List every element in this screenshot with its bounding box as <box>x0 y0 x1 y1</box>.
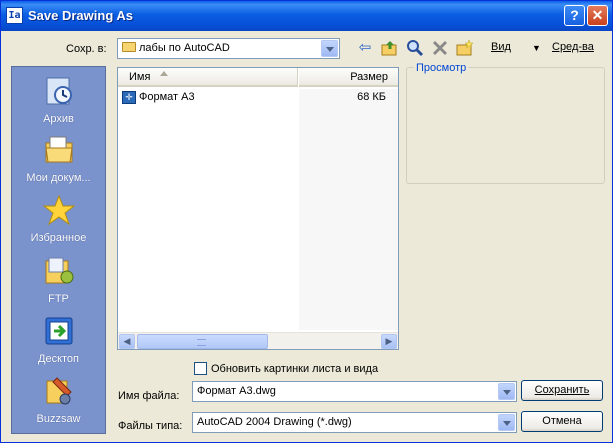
autocad-icon: Ia <box>6 7 23 24</box>
my-documents-icon <box>44 136 73 163</box>
view-menu[interactable]: Вид <box>491 41 511 53</box>
filetype-select[interactable]: AutoCAD 2004 Drawing (*.dwg) <box>192 412 517 433</box>
place-ftp[interactable]: FTP <box>12 255 105 305</box>
place-buzzsaw[interactable]: Buzzsaw <box>12 375 105 425</box>
filetype-label: Файлы типа: <box>118 420 183 432</box>
update-thumbnails-checkbox[interactable] <box>194 362 207 375</box>
place-my-documents[interactable]: Мои докум... <box>12 134 105 184</box>
new-folder-svg <box>456 39 474 56</box>
filename-input[interactable]: Формат А3.dwg <box>192 381 517 402</box>
places-bar: Архив Мои докум... Избранное FTP Десктоп… <box>11 66 106 434</box>
place-desktop[interactable]: Десктоп <box>12 315 105 365</box>
save-in-combo[interactable]: лабы по AutoCAD <box>117 38 340 59</box>
tools-menu[interactable]: Сред-ва <box>552 41 594 53</box>
chevron-down-icon[interactable] <box>498 383 515 400</box>
save-in-label: Сохр. в: <box>66 43 107 55</box>
view-menu-label: Вид <box>491 41 511 53</box>
scroll-right-icon[interactable]: ▶ <box>381 334 397 349</box>
size-column-bg <box>299 89 398 330</box>
help-button[interactable]: ? <box>564 5 585 26</box>
search-svg <box>407 40 424 57</box>
place-my-documents-label: Мои докум... <box>26 172 91 184</box>
close-button[interactable]: ✕ <box>587 5 608 26</box>
desktop-icon <box>45 317 72 345</box>
place-buzzsaw-label: Buzzsaw <box>36 413 81 425</box>
favorites-icon <box>42 194 75 226</box>
delete-svg <box>432 40 448 56</box>
table-row[interactable]: ✛ Формат А3 68 КБ <box>122 90 396 106</box>
folder-icon <box>122 42 136 52</box>
window-title: Save Drawing As <box>28 8 134 23</box>
search-icon[interactable] <box>406 39 424 57</box>
place-history[interactable]: Архив <box>12 75 105 125</box>
cancel-button[interactable]: Отмена <box>521 411 603 432</box>
sort-ascending-icon <box>160 71 168 76</box>
history-icon <box>46 77 72 105</box>
chevron-down-icon[interactable] <box>321 40 338 57</box>
place-favorites-label: Избранное <box>30 232 87 244</box>
place-favorites[interactable]: Избранное <box>12 194 105 244</box>
file-list[interactable]: Имя Размер ✛ Формат А3 68 КБ ◀ ▶ <box>117 67 399 350</box>
scroll-left-icon[interactable]: ◀ <box>119 334 135 349</box>
file-name: Формат А3 <box>139 91 195 103</box>
buzzsaw-icon <box>46 377 72 405</box>
chevron-down-icon[interactable] <box>498 414 515 431</box>
filename-label: Имя файла: <box>118 390 180 402</box>
update-thumbnails-label: Обновить картинки листа и вида <box>211 363 379 375</box>
delete-icon[interactable] <box>431 39 449 57</box>
view-dropdown-icon[interactable]: ▼ <box>532 43 541 53</box>
dwg-file-icon: ✛ <box>122 91 136 104</box>
new-folder-icon[interactable] <box>456 39 474 57</box>
place-desktop-label: Десктоп <box>38 353 79 365</box>
save-in-value-wrap: лабы по AutoCAD <box>122 42 230 54</box>
place-history-label: Архив <box>43 113 74 125</box>
scroll-thumb[interactable] <box>137 334 268 349</box>
place-ftp-label: FTP <box>48 293 69 305</box>
file-size: 68 КБ <box>357 91 386 103</box>
filename-value: Формат А3.dwg <box>197 385 276 397</box>
up-folder-icon[interactable] <box>381 39 399 57</box>
title-bar[interactable]: Ia Save Drawing As ? ✕ <box>1 1 612 31</box>
column-header-size[interactable]: Размер <box>299 68 398 87</box>
column-header-size-label: Размер <box>350 71 388 83</box>
column-header-name[interactable]: Имя <box>118 68 298 87</box>
preview-box <box>406 67 605 184</box>
up-folder-svg <box>381 41 397 56</box>
ftp-icon <box>45 257 73 284</box>
back-icon[interactable]: ⇦ <box>356 39 374 57</box>
save-button[interactable]: Сохранить <box>521 380 603 401</box>
save-in-value: лабы по AutoCAD <box>139 42 230 54</box>
save-drawing-dialog: Ia Save Drawing As ? ✕ Сохр. в: лабы по … <box>0 0 613 443</box>
horizontal-scrollbar[interactable]: ◀ ▶ <box>118 332 398 349</box>
column-header-name-label: Имя <box>129 71 151 83</box>
tools-menu-label: Сред-ва <box>552 41 594 53</box>
save-button-label: Сохранить <box>534 384 590 396</box>
filetype-value: AutoCAD 2004 Drawing (*.dwg) <box>197 416 352 428</box>
preview-label: Просмотр <box>414 62 469 74</box>
